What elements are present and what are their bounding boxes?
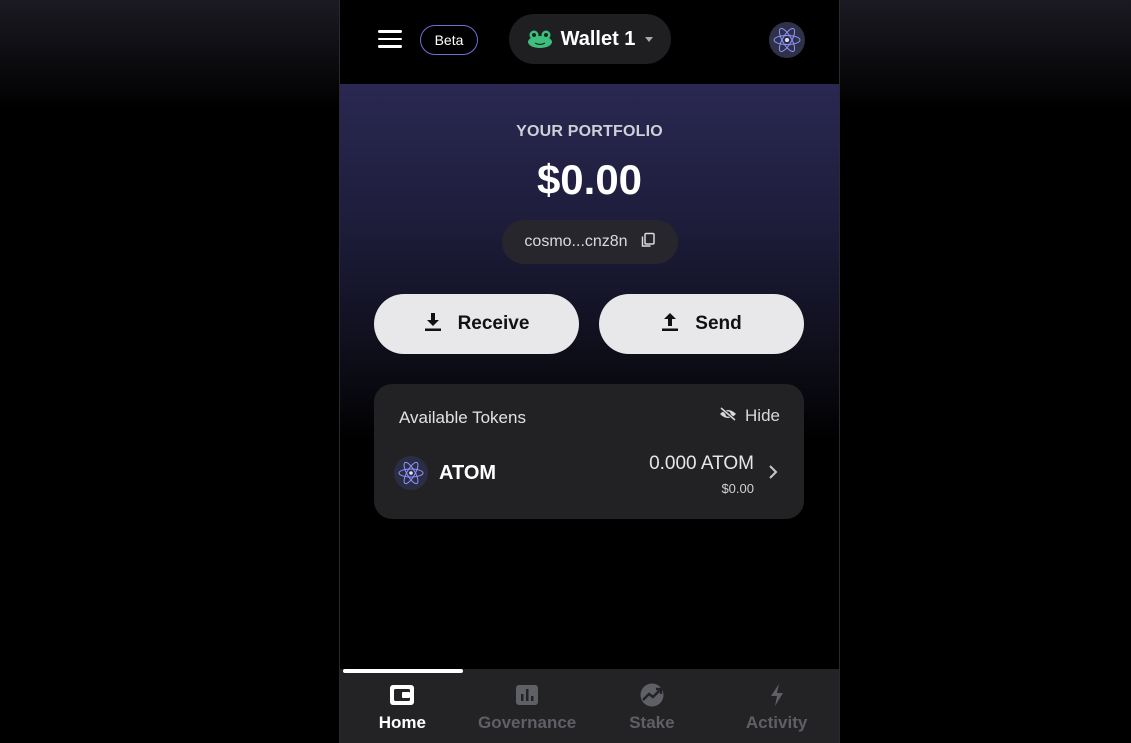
- send-label: Send: [695, 313, 742, 334]
- wallet-name: Wallet 1: [560, 27, 636, 50]
- token-symbol: ATOM: [439, 462, 497, 484]
- bar-chart-icon: [515, 683, 539, 707]
- copy-icon: [640, 232, 656, 253]
- wallet-address: cosmo...cnz8n: [524, 233, 628, 250]
- nav-label: Stake: [629, 713, 675, 732]
- chevron-down-icon: [645, 36, 654, 42]
- chart-up-icon: [639, 683, 665, 707]
- available-tokens-card: Available Tokens Hide ATOM 0.000 ATOM $0…: [374, 384, 804, 519]
- wallet-app: Beta Wallet 1 YOUR PORTFOLIO $0.00 cosmo…: [339, 0, 840, 743]
- hide-balance-toggle[interactable]: Hide: [719, 406, 780, 426]
- eye-off-icon: [719, 406, 737, 426]
- nav-label: Activity: [745, 713, 808, 732]
- frog-icon: [527, 30, 553, 48]
- download-icon: [424, 312, 442, 337]
- menu-icon[interactable]: [378, 30, 402, 48]
- beta-badge: Beta: [420, 25, 478, 55]
- token-usd-value: $0.00: [721, 481, 754, 496]
- tokens-title: Available Tokens: [399, 408, 526, 427]
- top-bar: Beta Wallet 1: [340, 0, 839, 84]
- nav-label: Home: [378, 713, 426, 732]
- upload-icon: [661, 312, 679, 337]
- nav-label: Governance: [477, 713, 577, 732]
- receive-button[interactable]: Receive: [374, 294, 579, 354]
- cosmos-atom-icon: [769, 22, 805, 58]
- nav-governance[interactable]: Governance: [465, 669, 590, 743]
- nav-activity[interactable]: Activity: [714, 669, 839, 743]
- cosmos-atom-icon: [394, 456, 428, 490]
- portfolio-label: YOUR PORTFOLIO: [516, 123, 663, 140]
- bottom-nav: Home Governance Stake Activity: [340, 669, 839, 743]
- hide-label: Hide: [745, 406, 780, 425]
- wallet-icon: [389, 683, 415, 707]
- account-avatar[interactable]: [769, 22, 805, 58]
- nav-stake[interactable]: Stake: [590, 669, 715, 743]
- chevron-right-icon: [768, 464, 778, 485]
- wallet-selector[interactable]: Wallet 1: [509, 14, 671, 64]
- send-button[interactable]: Send: [599, 294, 804, 354]
- portfolio-value: $0.00: [536, 156, 643, 203]
- receive-label: Receive: [457, 313, 530, 334]
- lightning-icon: [769, 683, 785, 707]
- token-row[interactable]: ATOM 0.000 ATOM $0.00: [374, 450, 804, 506]
- token-amount: 0.000 ATOM: [649, 453, 754, 474]
- address-copy-chip[interactable]: cosmo...cnz8n: [502, 220, 678, 264]
- nav-home[interactable]: Home: [340, 669, 465, 743]
